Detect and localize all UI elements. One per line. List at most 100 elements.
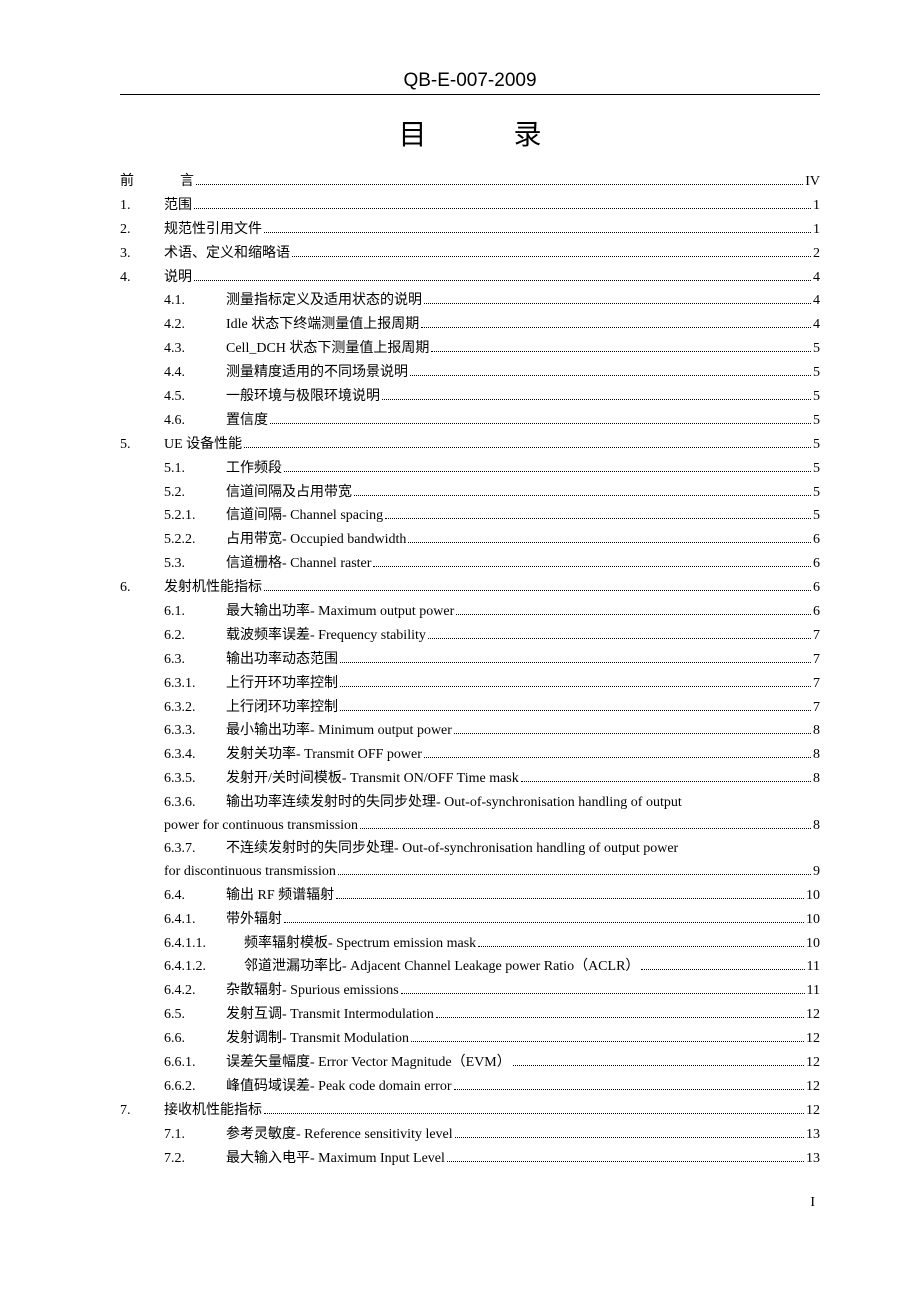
toc-leader-dots xyxy=(270,422,811,424)
toc-entry-label: 说明 xyxy=(164,267,192,289)
toc-leader-dots xyxy=(428,637,811,639)
toc-entry-number: 4.2. xyxy=(164,314,226,336)
toc-entry: 6.3.1.上行开环功率控制7 xyxy=(120,673,820,695)
toc-entry-number: 6.2. xyxy=(164,625,226,647)
toc-entry-number: 7.1. xyxy=(164,1124,226,1146)
toc-leader-dots xyxy=(401,992,805,994)
toc-leader-dots xyxy=(456,613,811,615)
toc-leader-dots xyxy=(431,350,811,352)
toc-leader-dots xyxy=(478,945,804,947)
toc-entry: 6.4.2.杂散辐射- Spurious emissions11 xyxy=(120,980,820,1002)
toc-entry-label: 工作频段 xyxy=(226,458,282,480)
toc-entry: 6.发射机性能指标6 xyxy=(120,577,820,599)
toc-leader-dots xyxy=(336,897,804,899)
document-id: QB-E-007-2009 xyxy=(120,70,820,92)
toc-leader-dots xyxy=(641,968,804,970)
toc-entry-number: 6.3.3. xyxy=(164,720,226,742)
toc-entry-label: 言 xyxy=(180,171,194,193)
toc-entry-page: 8 xyxy=(813,744,820,766)
toc-entry: 6.3.2.上行闭环功率控制7 xyxy=(120,697,820,719)
toc-leader-dots xyxy=(455,1136,804,1138)
toc-entry: 4.5.一般环境与极限环境说明5 xyxy=(120,386,820,408)
document-page: QB-E-007-2009 目 录 前言IV1.范围12.规范性引用文件13.术… xyxy=(0,0,920,1251)
toc-leader-dots xyxy=(194,279,811,281)
toc-entry-number: 6.4.2. xyxy=(164,980,226,1002)
toc-entry-label: 误差矢量幅度- Error Vector Magnitude（EVM） xyxy=(226,1052,511,1074)
toc-entry-label: 接收机性能指标 xyxy=(164,1100,262,1122)
toc-entry-number: 5. xyxy=(120,434,164,456)
toc-leader-dots xyxy=(521,780,811,782)
toc-entry-number: 7. xyxy=(120,1100,164,1122)
toc-entry-label: 规范性引用文件 xyxy=(164,219,262,241)
toc-entry: 7.2.最大输入电平- Maximum Input Level13 xyxy=(120,1148,820,1170)
toc-entry-label: 上行开环功率控制 xyxy=(226,673,338,695)
toc-entry-page: 12 xyxy=(806,1004,820,1026)
toc-entry-number: 6.6.2. xyxy=(164,1076,226,1098)
toc-entry-number: 6.1. xyxy=(164,601,226,623)
toc-entry-label: 最小输出功率- Minimum output power xyxy=(226,720,452,742)
toc-entry-number: 6.3.4. xyxy=(164,744,226,766)
toc-entry-page: 12 xyxy=(806,1076,820,1098)
toc-entry-label: 发射机性能指标 xyxy=(164,577,262,599)
toc-entry-page: 6 xyxy=(813,553,820,575)
toc-entry-page: 4 xyxy=(813,314,820,336)
toc-entry-page: 5 xyxy=(813,362,820,384)
toc-entry: 6.4.1.1.频率辐射模板- Spectrum emission mask10 xyxy=(120,933,820,955)
toc-entry-number: 6.3.7. xyxy=(164,838,226,860)
toc-entry-number: 6.4. xyxy=(164,885,226,907)
toc-entry: 4.2.Idle 状态下终端测量值上报周期4 xyxy=(120,314,820,336)
toc-entry-label: 术语、定义和缩略语 xyxy=(164,243,290,265)
toc-entry-number: 5.2. xyxy=(164,482,226,504)
toc-entry-number: 前 xyxy=(120,171,180,193)
toc-entry: 6.6.2.峰值码域误差- Peak code domain error12 xyxy=(120,1076,820,1098)
toc-leader-dots xyxy=(421,326,811,328)
toc-leader-dots xyxy=(338,873,811,875)
toc-entry-label: 参考灵敏度- Reference sensitivity level xyxy=(226,1124,453,1146)
toc-entry-page: 8 xyxy=(813,720,820,742)
toc-leader-dots xyxy=(284,470,811,472)
toc-leader-dots xyxy=(354,494,811,496)
toc-entry: 5.2.信道间隔及占用带宽5 xyxy=(120,482,820,504)
toc-entry-number: 4. xyxy=(120,267,164,289)
toc-entry-label: 测量精度适用的不同场景说明 xyxy=(226,362,408,384)
toc-entry-page: 5 xyxy=(813,434,820,456)
toc-entry-label: 最大输出功率- Maximum output power xyxy=(226,601,454,623)
toc-entry-label: 信道间隔- Channel spacing xyxy=(226,505,383,527)
toc-entry-label: 邻道泄漏功率比- Adjacent Channel Leakage power … xyxy=(244,956,639,978)
toc-entry-label: UE 设备性能 xyxy=(164,434,242,456)
toc-entry-number: 5.3. xyxy=(164,553,226,575)
toc-entry-page: 4 xyxy=(813,267,820,289)
toc-entry: 6.6.1.误差矢量幅度- Error Vector Magnitude（EVM… xyxy=(120,1052,820,1074)
toc-entry-page: 10 xyxy=(806,933,820,955)
toc-entry-page: 9 xyxy=(813,861,820,883)
toc-leader-dots xyxy=(196,183,803,185)
toc-entry: 4.1.测量指标定义及适用状态的说明4 xyxy=(120,290,820,312)
toc-entry-page: 5 xyxy=(813,482,820,504)
toc-entry-label: 范围 xyxy=(164,195,192,217)
toc-entry-page: 7 xyxy=(813,697,820,719)
toc-entry-page: 5 xyxy=(813,410,820,432)
toc-entry-number: 6.6.1. xyxy=(164,1052,226,1074)
toc-entry-page: 6 xyxy=(813,577,820,599)
toc-entry-label: 上行闭环功率控制 xyxy=(226,697,338,719)
toc-leader-dots xyxy=(340,709,811,711)
toc-entry-number: 5.1. xyxy=(164,458,226,480)
toc-entry-label: 输出功率动态范围 xyxy=(226,649,338,671)
toc-entry-page: 13 xyxy=(806,1124,820,1146)
toc-entry-number: 4.1. xyxy=(164,290,226,312)
toc-entry: 5.1.工作频段5 xyxy=(120,458,820,480)
toc-entry-page: 12 xyxy=(806,1100,820,1122)
toc-leader-dots xyxy=(360,827,811,829)
toc-entry-page: 1 xyxy=(813,195,820,217)
toc-entry-label: 一般环境与极限环境说明 xyxy=(226,386,380,408)
toc-entry: 5.2.2.占用带宽- Occupied bandwidth6 xyxy=(120,529,820,551)
toc-entry-number: 6.3. xyxy=(164,649,226,671)
toc-entry-label: 占用带宽- Occupied bandwidth xyxy=(226,529,406,551)
toc-entry-page: 12 xyxy=(806,1028,820,1050)
toc-entry: 前言 IV xyxy=(120,171,820,193)
toc-leader-dots xyxy=(244,446,811,448)
toc-entry-page: 11 xyxy=(807,956,820,978)
toc-entry-number: 6.3.5. xyxy=(164,768,226,790)
toc-entry: 6.3.输出功率动态范围7 xyxy=(120,649,820,671)
toc-entry-page: IV xyxy=(805,171,820,193)
